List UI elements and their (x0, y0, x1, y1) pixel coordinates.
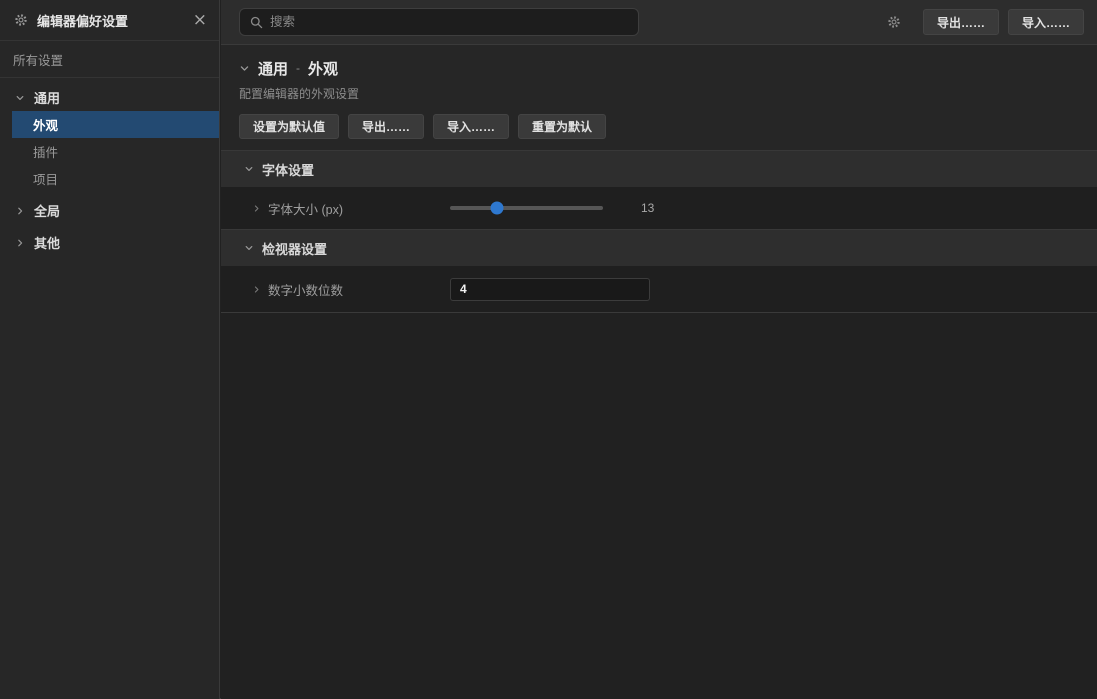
preferences-sidebar: 编辑器偏好设置 × 所有设置 通用 外观 插件 项目 全局 (0, 0, 220, 699)
window-title: 编辑器偏好设置 (37, 11, 128, 30)
breadcrumb-category: 通用 (258, 58, 288, 79)
tree-category-label: 全局 (34, 201, 60, 220)
page-header: 通用 - 外观 配置编辑器的外观设置 设置为默认值 导出…… 导入…… 重置为默… (221, 45, 1097, 150)
setting-label: 数字小数位数 (268, 280, 343, 299)
breadcrumb: 通用 - 外观 (239, 57, 1079, 79)
chevron-down-icon[interactable] (239, 63, 250, 74)
breadcrumb-separator: - (296, 61, 300, 75)
search-box[interactable] (239, 8, 639, 36)
tree-item-plugins[interactable]: 插件 (0, 138, 219, 165)
close-icon[interactable]: × (193, 12, 207, 29)
topbar-import-button[interactable]: 导入…… (1008, 9, 1084, 35)
search-input[interactable] (270, 15, 628, 29)
chevron-down-icon (15, 93, 25, 103)
export-button[interactable]: 导出…… (348, 114, 424, 139)
setting-row-font-size: 字体大小 (px) 13 (221, 187, 1097, 229)
preferences-main: 导出…… 导入…… 通用 - 外观 配置编辑器的外观设置 设置为默认值 导出……… (221, 0, 1097, 699)
decimal-places-input[interactable] (450, 278, 650, 301)
search-icon (250, 16, 263, 29)
topbar: 导出…… 导入…… (221, 0, 1097, 45)
tree-category-label: 通用 (34, 88, 60, 107)
gear-icon (14, 13, 28, 27)
reset-default-button[interactable]: 重置为默认 (518, 114, 606, 139)
set-default-button[interactable]: 设置为默认值 (239, 114, 339, 139)
tree-category-label: 其他 (34, 233, 60, 252)
tree-category-general[interactable]: 通用 (0, 84, 219, 111)
chevron-right-icon (15, 206, 25, 216)
settings-gear-icon[interactable] (887, 15, 901, 29)
section-title: 字体设置 (262, 160, 314, 179)
tree-item-label: 插件 (33, 142, 58, 161)
font-size-slider[interactable] (450, 206, 603, 210)
setting-label-group: 数字小数位数 (252, 280, 450, 299)
chevron-right-icon[interactable] (252, 285, 261, 294)
section-title: 检视器设置 (262, 239, 327, 258)
tree-category-global[interactable]: 全局 (0, 197, 219, 224)
page-actions: 设置为默认值 导出…… 导入…… 重置为默认 (239, 114, 1079, 139)
tree-item-project[interactable]: 项目 (0, 165, 219, 192)
topbar-export-button[interactable]: 导出…… (923, 9, 999, 35)
chevron-right-icon (15, 238, 25, 248)
font-size-slider-thumb[interactable] (491, 202, 504, 215)
tree-item-appearance[interactable]: 外观 (12, 111, 219, 138)
setting-row-decimal-places: 数字小数位数 (221, 266, 1097, 313)
settings-tree: 通用 外观 插件 项目 全局 其他 (0, 78, 219, 256)
chevron-down-icon (244, 243, 254, 253)
import-button[interactable]: 导入…… (433, 114, 509, 139)
sidebar-header: 编辑器偏好设置 × (0, 0, 219, 41)
chevron-right-icon[interactable] (252, 204, 261, 213)
section-inspector-settings[interactable]: 检视器设置 (221, 229, 1097, 266)
section-font-settings[interactable]: 字体设置 (221, 150, 1097, 187)
setting-label: 字体大小 (px) (268, 199, 343, 218)
all-settings-label[interactable]: 所有设置 (0, 41, 219, 78)
page-description: 配置编辑器的外观设置 (239, 85, 1079, 102)
tree-category-other[interactable]: 其他 (0, 229, 219, 256)
page-title: 外观 (308, 58, 338, 79)
tree-item-label: 外观 (33, 115, 58, 134)
font-size-value: 13 (641, 201, 654, 215)
chevron-down-icon (244, 164, 254, 174)
tree-item-label: 项目 (33, 169, 58, 188)
setting-label-group: 字体大小 (px) (252, 199, 450, 218)
